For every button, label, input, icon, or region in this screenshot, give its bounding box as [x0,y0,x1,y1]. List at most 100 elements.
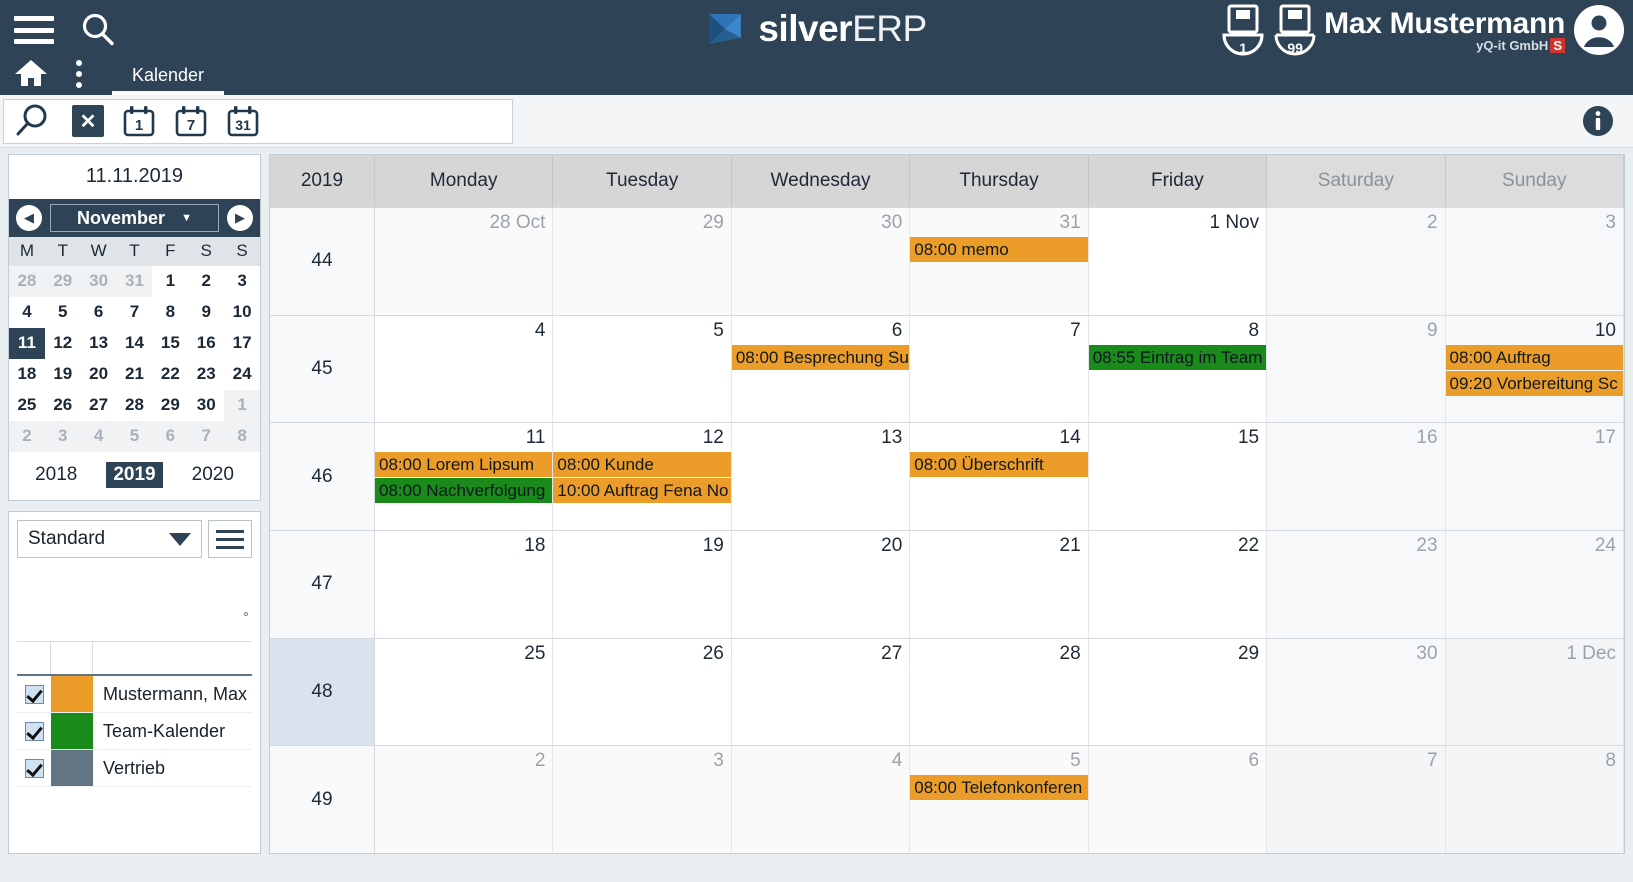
mini-cal-day[interactable]: 28 [117,390,153,421]
calendar-day-cell[interactable]: 1 Dec [1445,638,1624,746]
calendar-event[interactable]: 08:00 memo [910,237,1088,262]
calendar-day-cell[interactable]: 22 [1088,531,1268,638]
calendar-event[interactable]: 08:00 Nachverfolgung [375,478,553,504]
mini-cal-day[interactable]: 10 [224,297,260,328]
mini-cal-day[interactable]: 18 [9,359,45,390]
calendar-day-cell[interactable]: 28 [910,638,1089,746]
calendar-day-cell[interactable]: 24 [1445,531,1624,638]
mini-cal-day[interactable]: 4 [80,421,117,452]
calendar-day-cell[interactable]: 7 [910,315,1089,423]
mini-cal-day[interactable]: 26 [45,390,81,421]
calendar-day-cell[interactable]: 16 [1267,423,1446,531]
mini-cal-day[interactable]: 24 [224,359,260,390]
calendar-day-cell[interactable]: 23 [1267,531,1446,638]
calendar-day-cell[interactable]: 8 08:55 Eintrag im Team [1088,315,1268,423]
tab-kalender[interactable]: Kalender [112,59,225,95]
calendar-day-cell[interactable]: 5 [553,315,732,423]
global-search-icon[interactable] [78,10,118,50]
mini-cal-day[interactable]: 30 [188,390,224,421]
mini-cal-day[interactable]: 27 [81,390,117,421]
mini-cal-day[interactable]: 8 [224,421,260,452]
kebab-menu-icon[interactable] [72,60,86,88]
user-avatar-icon[interactable] [1573,4,1625,56]
calendar-day-cell[interactable]: 8 [1445,746,1624,853]
calendar-event[interactable]: 09:20 Vorbereitung Sc [1445,370,1623,396]
mini-cal-day[interactable]: 5 [116,421,153,452]
mini-cal-day[interactable]: 16 [188,328,224,359]
mini-cal-day[interactable]: 4 [9,297,45,328]
calendar-day-cell[interactable]: 5 08:00 Telefonkonferen [910,746,1089,853]
mini-cal-day[interactable]: 9 [188,297,224,328]
calendar-day-cell[interactable]: 7 [1267,746,1446,853]
calendar-day-cell[interactable]: 25 [375,638,554,746]
calendar-day-cell[interactable]: 2 [1267,208,1446,315]
calendar-day-cell[interactable]: 9 [1267,315,1446,423]
calendar-day-cell[interactable]: 21 [910,531,1089,638]
calendar-day-cell[interactable]: 19 [553,531,732,638]
home-icon[interactable] [13,58,49,88]
calendar-day-cell[interactable]: 30 [1267,638,1446,746]
calendar-day-cell[interactable]: 3 [553,746,732,853]
mini-cal-day[interactable]: 21 [117,359,153,390]
calendar-day-cell[interactable]: 26 [553,638,732,746]
hamburger-menu-icon[interactable] [12,12,56,48]
calendar-visibility-checkbox[interactable] [17,750,51,786]
calendar-list-item[interactable]: Vertrieb [17,750,252,787]
calendar-list-item[interactable]: Team-Kalender [17,713,252,750]
mini-cal-day[interactable]: 30 [80,266,117,297]
calendar-day-cell[interactable]: 18 [375,531,554,638]
next-month-button[interactable]: ▶ [227,205,253,231]
mini-cal-day[interactable]: 3 [224,266,260,297]
calendar-event[interactable]: 08:00 Besprechung Su [731,344,910,370]
year-option[interactable]: 2018 [28,462,84,488]
calendar-list-item[interactable]: Mustermann, Max [17,676,252,713]
calendar-day-cell[interactable]: 4 [375,315,554,423]
calendar-event[interactable]: 08:00 Lorem Lipsum [375,452,553,478]
mini-cal-day[interactable]: 13 [81,328,117,359]
mini-cal-day[interactable]: 2 [9,421,45,452]
calendar-day-cell[interactable]: 27 [731,638,911,746]
calendar-day-cell[interactable]: 17 [1445,423,1624,531]
mini-cal-day[interactable]: 2 [188,266,224,297]
clear-search-button[interactable]: ✕ [72,105,104,137]
calendar-event[interactable]: 08:00 Auftrag [1445,344,1623,370]
view-week-button[interactable]: 7 [174,104,208,138]
calendar-day-cell[interactable]: 12 08:00 Kunde 10:00 Auftrag Fena No [553,423,732,531]
mini-cal-day[interactable]: 28 [9,266,45,297]
mini-cal-day[interactable]: 29 [152,390,188,421]
mini-cal-day[interactable]: 6 [81,297,117,328]
mini-cal-day[interactable]: 6 [152,421,189,452]
mini-cal-day[interactable]: 3 [44,421,81,452]
year-option[interactable]: 2019 [106,462,163,488]
prev-month-button[interactable]: ◀ [16,205,42,231]
mini-cal-day[interactable]: 15 [152,328,188,359]
calendar-day-cell[interactable]: 2 [375,746,554,853]
calendar-view-select[interactable]: Standard [17,520,202,558]
mini-cal-day[interactable]: 12 [45,328,81,359]
calendar-event[interactable]: 10:00 Auftrag Fena No [553,478,731,504]
mini-cal-day-selected[interactable]: 11 [9,328,45,359]
calendar-event[interactable]: 08:00 Überschrift [910,452,1088,478]
calendar-list-menu-icon[interactable] [208,520,252,558]
calendar-day-cell[interactable]: 20 [731,531,911,638]
toolbar-search-icon[interactable] [14,102,52,140]
mini-cal-day[interactable]: 7 [188,421,225,452]
calendar-day-cell[interactable]: 6 08:00 Besprechung Su [731,315,911,423]
calendar-day-cell[interactable]: 3 [1445,208,1624,315]
calendar-visibility-checkbox[interactable] [17,676,51,712]
year-option[interactable]: 2020 [185,462,241,488]
calendar-day-cell[interactable]: 1 Nov [1088,208,1268,315]
tray-icon-2[interactable]: 99 [1272,2,1318,58]
calendar-day-cell[interactable]: 15 [1088,423,1268,531]
mini-cal-day[interactable]: 23 [188,359,224,390]
mini-cal-day[interactable]: 1 [224,390,260,421]
mini-cal-day[interactable]: 7 [117,297,153,328]
mini-cal-day[interactable]: 31 [116,266,153,297]
mini-cal-day[interactable]: 25 [9,390,45,421]
calendar-event[interactable]: 08:00 Telefonkonferen [910,775,1088,801]
calendar-event[interactable]: 08:00 Kunde [553,452,731,478]
calendar-event[interactable]: 08:55 Eintrag im Team [1088,344,1267,370]
mini-cal-day[interactable]: 20 [81,359,117,390]
calendar-day-cell[interactable]: 31 08:00 memo [910,208,1089,315]
mini-cal-day[interactable]: 19 [45,359,81,390]
